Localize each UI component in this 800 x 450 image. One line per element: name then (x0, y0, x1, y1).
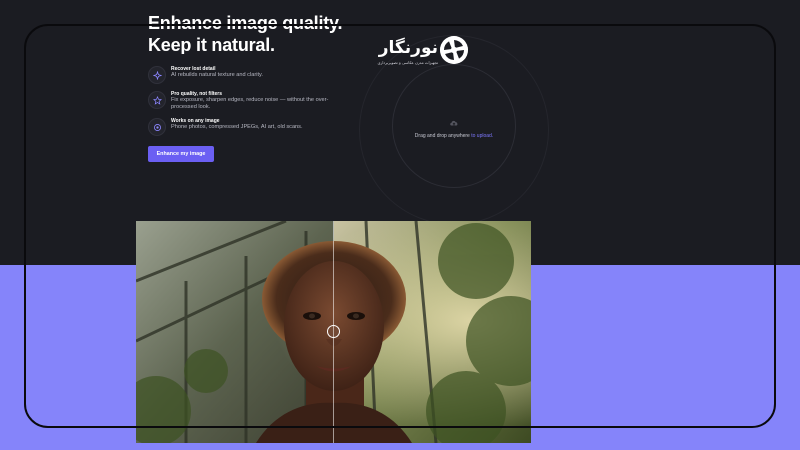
star-icon (148, 91, 166, 109)
enhance-my-image-button[interactable]: Enhance my image (148, 146, 214, 162)
hero-title-line-2: Keep it natural. (148, 35, 275, 54)
feature-description: AI rebuilds natural texture and clarity. (171, 72, 263, 78)
feature-description: Phone photos, compressed JPEGs, AI art, … (171, 124, 303, 130)
upload-hint-text: Drag and drop anywhere (414, 133, 472, 139)
watermark-tagline: تجهیزات مدرن عکاسی و تصویربرداری (377, 60, 438, 65)
upload-link[interactable]: to upload. (471, 133, 493, 139)
before-after-comparison[interactable] (136, 221, 531, 443)
watermark-logo: نورنگار تجهیزات مدرن عکاسی و تصویربرداری (372, 34, 472, 70)
upload-hint: Drag and drop anywhere to upload. (404, 133, 504, 139)
hero-title: Enhance image quality. Keep it natural. (148, 12, 408, 54)
upload-cloud-icon (450, 120, 458, 127)
comparison-slider-handle[interactable] (327, 325, 340, 338)
hero-title-line-1: Enhance image quality. (148, 13, 343, 33)
aperture-icon (440, 36, 468, 64)
sparkle-icon (148, 66, 166, 84)
watermark-name: نورنگار (378, 38, 438, 58)
camera-icon (148, 118, 166, 136)
hero-title-area: Enhance image quality. Keep it natural. (148, 10, 408, 54)
feature-description: Fix exposure, sharpen edges, reduce nois… (171, 97, 329, 110)
